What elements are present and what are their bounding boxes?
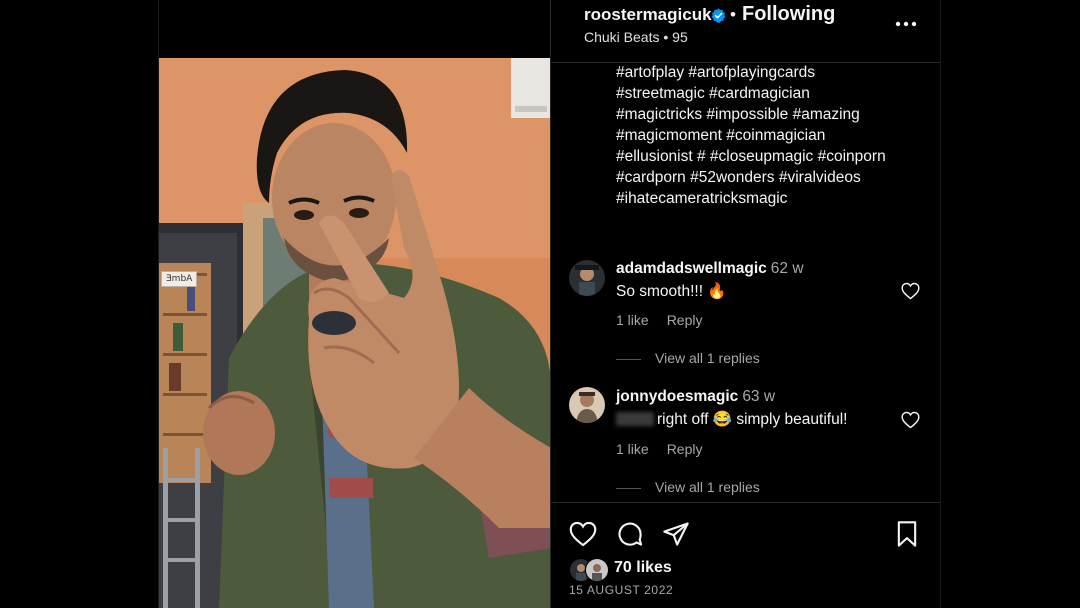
more-horizontal-icon[interactable] bbox=[894, 17, 918, 31]
caption-line[interactable]: #magictricks #impossible #amazing bbox=[616, 104, 926, 125]
comment-like-count[interactable]: 1 like bbox=[616, 312, 649, 328]
avatar-image bbox=[569, 260, 605, 296]
caption-line[interactable]: #streetmagic #cardmagician bbox=[616, 83, 926, 104]
avatar-image bbox=[569, 387, 605, 423]
bookmark-icon[interactable] bbox=[893, 520, 921, 548]
comment-like-heart-icon[interactable] bbox=[901, 411, 920, 429]
comment-icon[interactable] bbox=[616, 520, 644, 548]
caption-line[interactable]: #ellusionist # #closeupmagic #coinporn bbox=[616, 146, 926, 167]
post-details-panel: roostermagicuk • Following Chuki Beats •… bbox=[550, 0, 941, 608]
author-username[interactable]: roostermagicuk bbox=[584, 5, 712, 25]
instagram-post-view: ƎmbA roostermagicuk • Following Chuki Be… bbox=[0, 0, 1080, 608]
comment-text-row: right off 😂 simply beautiful! bbox=[616, 410, 847, 429]
commenter-username[interactable]: adamdadswellmagic bbox=[616, 260, 767, 277]
caption-line[interactable]: #magicmoment #coinmagician bbox=[616, 125, 926, 146]
comment-header: jonnydoesmagic 63 w bbox=[616, 388, 775, 406]
caption-line[interactable]: #ihatecameratricksmagic bbox=[616, 188, 926, 209]
post-video-frame[interactable]: ƎmbA bbox=[159, 58, 551, 608]
liker-avatar bbox=[585, 558, 609, 582]
commenter-username[interactable]: jonnydoesmagic bbox=[616, 388, 738, 405]
post-media[interactable]: ƎmbA bbox=[158, 0, 551, 608]
comment-meta: 1 like Reply bbox=[616, 441, 720, 457]
post-date: 15 AUGUST 2022 bbox=[569, 583, 674, 597]
view-replies-label[interactable]: View all 1 replies bbox=[655, 479, 760, 495]
view-replies-line bbox=[616, 487, 641, 489]
comment-header: adamdadswellmagic 62 w bbox=[616, 260, 804, 278]
video-frame-image bbox=[159, 58, 551, 608]
following-button[interactable]: Following bbox=[742, 3, 835, 26]
comment-meta: 1 like Reply bbox=[616, 312, 720, 328]
audio-attribution[interactable]: Chuki Beats • 95 bbox=[584, 29, 688, 45]
comment-like-count[interactable]: 1 like bbox=[616, 441, 649, 457]
post-caption: #artofplay #artofplayingcards #streetmag… bbox=[616, 62, 926, 209]
caption-line[interactable]: #cardporn #52wonders #viralvideos bbox=[616, 167, 926, 188]
blurred-word bbox=[616, 412, 654, 426]
post-header: roostermagicuk • Following Chuki Beats •… bbox=[551, 0, 940, 63]
view-replies[interactable]: View all 1 replies bbox=[616, 350, 760, 366]
caption-line[interactable]: #artofplay #artofplayingcards bbox=[616, 62, 926, 83]
comment-time: 63 w bbox=[742, 388, 776, 405]
send-icon[interactable] bbox=[662, 520, 690, 548]
likers-avatars[interactable] bbox=[569, 558, 615, 582]
reply-button[interactable]: Reply bbox=[667, 312, 703, 328]
comment-like-heart-icon[interactable] bbox=[901, 282, 920, 300]
view-replies-label[interactable]: View all 1 replies bbox=[655, 350, 760, 366]
comment-text: So smooth!!! 🔥 bbox=[616, 283, 727, 300]
post-actions: 70 likes 15 AUGUST 2022 bbox=[551, 502, 940, 608]
commenter-avatar[interactable] bbox=[569, 387, 605, 423]
view-replies[interactable]: View all 1 replies bbox=[616, 479, 760, 495]
comment-time: 62 w bbox=[770, 260, 804, 277]
header-separator: • bbox=[730, 5, 736, 24]
verified-badge-icon bbox=[711, 8, 726, 23]
commenter-avatar[interactable] bbox=[569, 260, 605, 296]
likes-count[interactable]: 70 likes bbox=[614, 559, 672, 577]
wall-sign: ƎmbA bbox=[161, 271, 198, 287]
reply-button[interactable]: Reply bbox=[667, 441, 703, 457]
comment-text: right off 😂 simply beautiful! bbox=[657, 411, 848, 428]
heart-icon[interactable] bbox=[569, 520, 597, 548]
view-replies-line bbox=[616, 358, 641, 360]
media-letterbox bbox=[159, 0, 551, 58]
